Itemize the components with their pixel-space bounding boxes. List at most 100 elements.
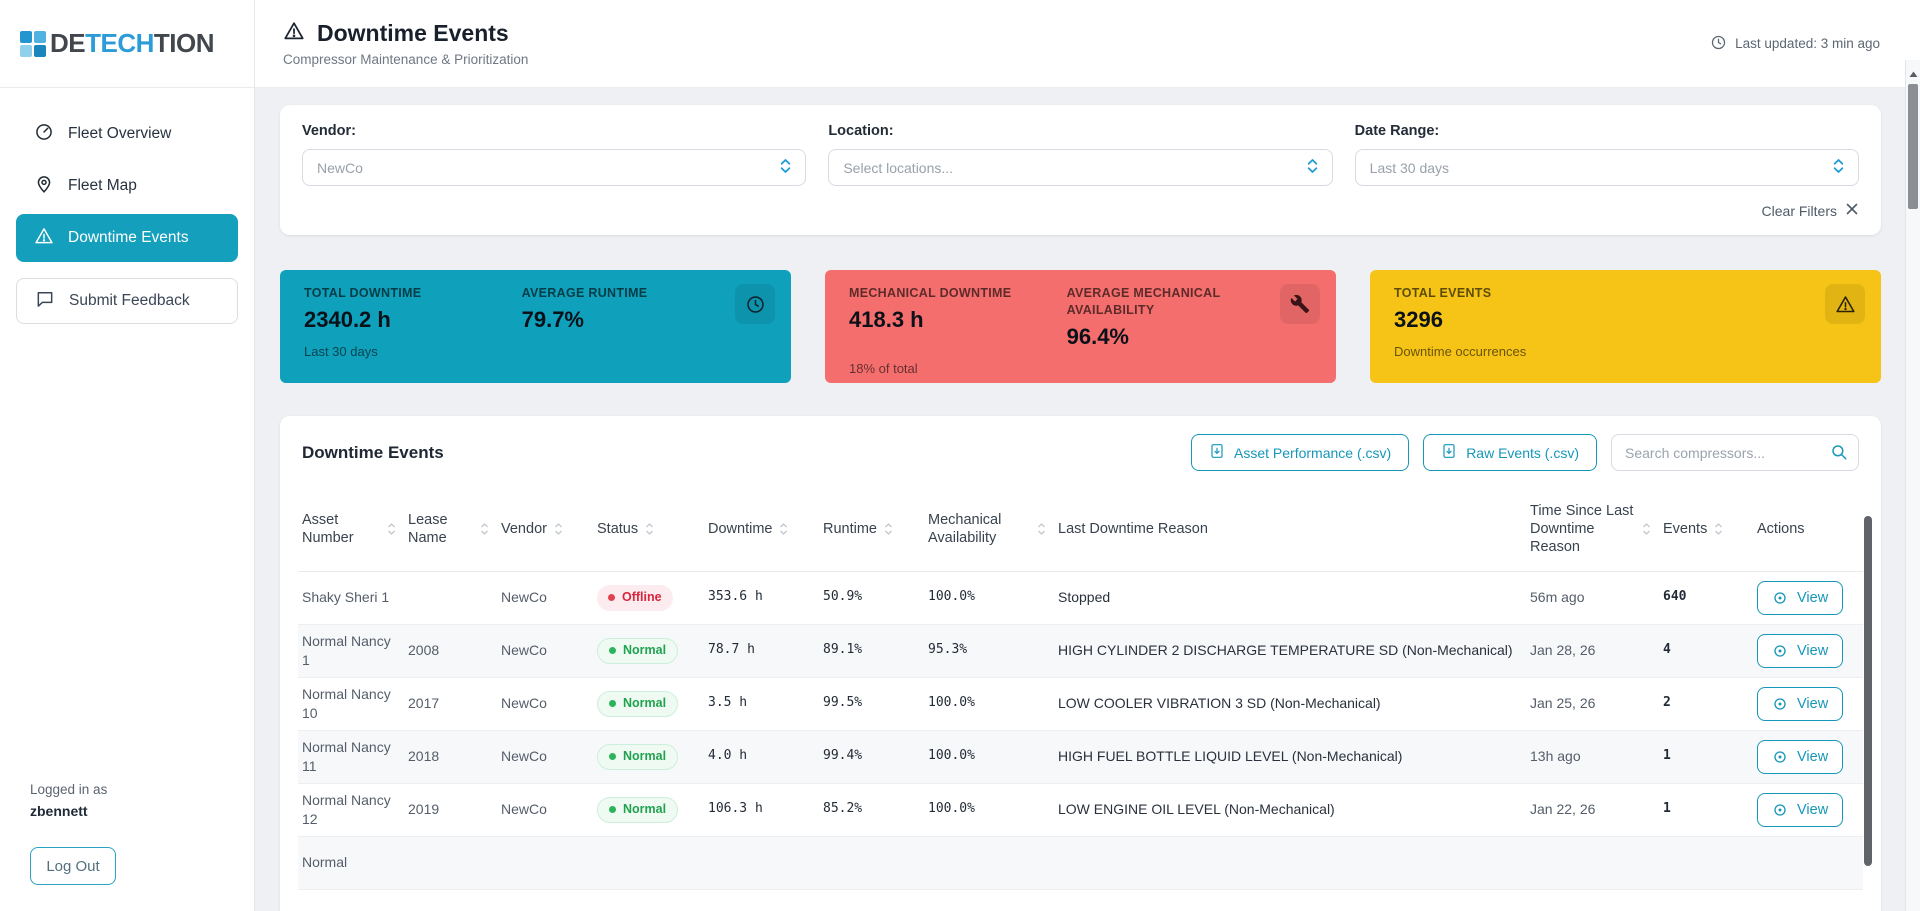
chevron-updown-icon <box>1833 158 1844 177</box>
date-range-select-value: Last 30 days <box>1370 160 1449 176</box>
sidebar-item-label: Fleet Map <box>68 177 137 195</box>
stat-label: AVERAGE MECHANICAL AVAILABILITY <box>1067 285 1297 319</box>
raw-events-csv-button[interactable]: Raw Events (.csv) <box>1423 434 1597 471</box>
table-row: Normal Nancy 10 2017 NewCo Normal 3.5 h … <box>298 677 1863 730</box>
downtime-cell: 106.3 h <box>704 783 819 836</box>
gauge-icon <box>34 122 54 147</box>
last-updated-text: Last updated: 3 min ago <box>1735 36 1880 51</box>
sort-icon <box>480 522 489 536</box>
view-button[interactable]: View <box>1757 740 1843 774</box>
runtime-cell: 89.1% <box>819 624 924 677</box>
brand-part-de: DE <box>50 28 85 58</box>
column-header-events[interactable]: Events <box>1659 487 1753 571</box>
brand-logo: DETECHTION <box>0 0 254 88</box>
date-range-select[interactable]: Last 30 days <box>1355 149 1859 186</box>
table-header-row: Asset Number Lease Name Vendor Status Do… <box>298 487 1863 571</box>
asset-number-cell: Shaky Sheri 1 <box>298 571 404 624</box>
eye-icon <box>1772 643 1788 659</box>
status-cell: Normal <box>593 730 704 783</box>
status-dot <box>609 700 616 707</box>
column-header-status[interactable]: Status <box>593 487 704 571</box>
status-badge: Normal <box>597 797 678 823</box>
downtime-events-table: Asset Number Lease Name Vendor Status Do… <box>298 487 1863 890</box>
logged-in-as-label: Logged in as <box>30 782 254 797</box>
eye-icon <box>1772 696 1788 712</box>
actions-cell: View <box>1753 624 1863 677</box>
warning-icon <box>283 20 305 47</box>
view-button[interactable]: View <box>1757 793 1843 827</box>
status-badge: Normal <box>597 691 678 717</box>
sidebar-item-downtime-events[interactable]: Downtime Events <box>16 214 238 262</box>
sidebar-item-label: Downtime Events <box>68 229 189 247</box>
vendor-select[interactable]: NewCo <box>302 149 806 186</box>
brand-part-tech: TECH <box>85 28 154 58</box>
vendor-select-value: NewCo <box>317 160 363 176</box>
column-header-mechanical-availability[interactable]: Mechanical Availability <box>924 487 1054 571</box>
column-header-downtime[interactable]: Downtime <box>704 487 819 571</box>
asset-performance-csv-button[interactable]: Asset Performance (.csv) <box>1191 434 1409 471</box>
status-cell: Normal <box>593 624 704 677</box>
status-badge: Offline <box>597 585 673 611</box>
column-header-time-since-last-downtime-reason[interactable]: Time Since Last Downtime Reason <box>1526 487 1659 571</box>
table-scrollbar[interactable] <box>1864 516 1872 911</box>
app-window: DETECHTION Fleet Overview Fleet M <box>0 0 1920 911</box>
downtime-cell: 4.0 h <box>704 730 819 783</box>
status-dot <box>609 647 616 654</box>
events-cell: 2 <box>1659 677 1753 730</box>
table-row-partial: Normal <box>298 836 1863 889</box>
sort-icon <box>1642 522 1651 536</box>
chat-icon <box>35 289 55 314</box>
time-since-cell: 13h ago <box>1526 730 1659 783</box>
sort-icon <box>387 522 396 536</box>
stat-footnote: 18% of total <box>849 361 1312 376</box>
last-downtime-reason-cell: LOW COOLER VIBRATION 3 SD (Non-Mechanica… <box>1054 677 1526 730</box>
page-scrollbar-thumb[interactable] <box>1908 84 1918 209</box>
sidebar-item-submit-feedback[interactable]: Submit Feedback <box>16 278 238 324</box>
column-header-asset-number[interactable]: Asset Number <box>298 487 404 571</box>
lease-name-cell: 2019 <box>404 783 497 836</box>
column-header-last-downtime-reason[interactable]: Last Downtime Reason <box>1054 487 1526 571</box>
column-header-vendor[interactable]: Vendor <box>497 487 593 571</box>
status-dot <box>609 753 616 760</box>
table-row: Normal Nancy 12 2019 NewCo Normal 106.3 … <box>298 783 1863 836</box>
column-header-runtime[interactable]: Runtime <box>819 487 924 571</box>
sidebar-item-fleet-map[interactable]: Fleet Map <box>16 162 238 210</box>
logout-button[interactable]: Log Out <box>30 847 116 885</box>
asset-number-cell: Normal Nancy 10 <box>298 677 404 730</box>
table-row: Normal Nancy 11 2018 NewCo Normal 4.0 h … <box>298 730 1863 783</box>
sidebar-item-fleet-overview[interactable]: Fleet Overview <box>16 110 238 158</box>
vendor-cell: NewCo <box>497 730 593 783</box>
lease-name-cell: 2008 <box>404 624 497 677</box>
table-row: Normal Nancy 1 2008 NewCo Normal 78.7 h … <box>298 624 1863 677</box>
time-since-cell: Jan 22, 26 <box>1526 783 1659 836</box>
stat-label: TOTAL EVENTS <box>1394 285 1612 302</box>
scroll-up-arrow-icon[interactable] <box>1909 65 1918 83</box>
table-row: Shaky Sheri 1 NewCo Offline 353.6 h 50.9… <box>298 571 1863 624</box>
sort-icon <box>554 522 563 536</box>
warning-icon <box>1825 284 1865 324</box>
vendor-cell: NewCo <box>497 571 593 624</box>
username: zbennett <box>30 803 254 819</box>
status-cell: Offline <box>593 571 704 624</box>
stat-card-total-events: TOTAL EVENTS 3296 Downtime occurrences <box>1370 270 1881 383</box>
page-title: Downtime Events <box>317 20 509 47</box>
last-downtime-reason-cell: HIGH FUEL BOTTLE LIQUID LEVEL (Non-Mecha… <box>1054 730 1526 783</box>
page-scrollbar[interactable] <box>1905 60 1920 911</box>
location-select[interactable]: Select locations... <box>828 149 1332 186</box>
eye-icon <box>1772 590 1788 606</box>
view-button[interactable]: View <box>1757 634 1843 668</box>
column-header-lease-name[interactable]: Lease Name <box>404 487 497 571</box>
location-label: Location: <box>828 123 1332 139</box>
search-input[interactable] <box>1611 434 1859 471</box>
clear-filters-button[interactable]: Clear Filters <box>302 202 1859 219</box>
mechanical-availability-cell: 100.0% <box>924 677 1054 730</box>
view-button[interactable]: View <box>1757 581 1843 615</box>
status-badge: Normal <box>597 744 678 770</box>
table-scrollbar-thumb[interactable] <box>1864 516 1872 866</box>
table-title: Downtime Events <box>302 443 444 463</box>
clock-icon <box>1710 34 1727 54</box>
last-downtime-reason-cell: LOW ENGINE OIL LEVEL (Non-Mechanical) <box>1054 783 1526 836</box>
runtime-cell: 99.5% <box>819 677 924 730</box>
stat-footnote: Last 30 days <box>304 344 767 359</box>
view-button[interactable]: View <box>1757 687 1843 721</box>
